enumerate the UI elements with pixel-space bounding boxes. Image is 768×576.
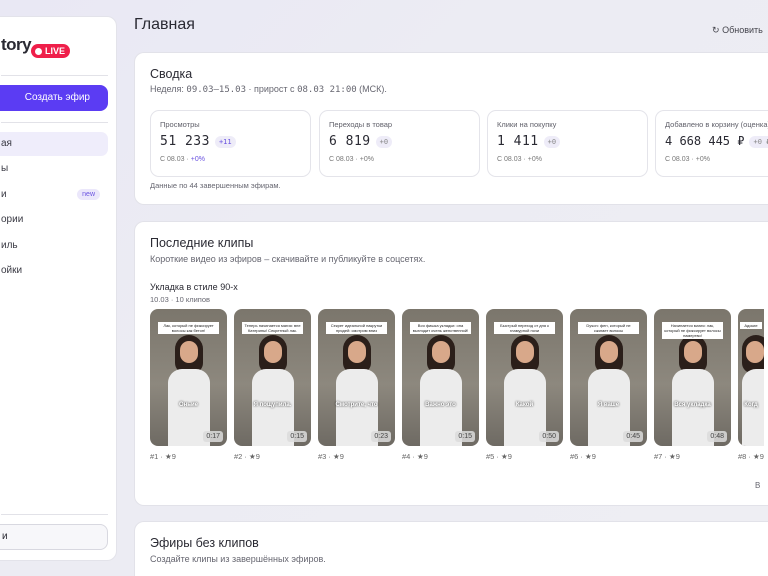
clip-label: #6 · ★9 bbox=[570, 452, 596, 461]
stat-value: 4 668 445 ₽+0 ₽ bbox=[665, 134, 768, 148]
stat-label: Добавлено в корзину (оценка) bbox=[665, 120, 768, 129]
stat-card: Добавлено в корзину (оценка) 4 668 445 ₽… bbox=[655, 110, 768, 177]
summary-footnote: Данные по 44 завершенным эфирам. bbox=[150, 181, 281, 190]
sidebar-bottom-button[interactable]: и bbox=[0, 524, 108, 550]
clip-label: #2 · ★9 bbox=[234, 452, 260, 461]
clip-caption: Вся фишка укладки: она выглядит очень же… bbox=[410, 322, 471, 334]
stat-value: 6 819 +0 bbox=[329, 134, 393, 149]
sidebar-item-new[interactable]: и new bbox=[0, 183, 108, 207]
clip-duration: 0:17 bbox=[203, 431, 223, 442]
clip-thumbnail[interactable]: Лак, который не фиксирует волосы как бет… bbox=[150, 309, 227, 446]
clip-label: #5 · ★9 bbox=[486, 452, 512, 461]
clip-subtitle: Оньие bbox=[178, 402, 198, 408]
stat-value: 1 411 +0 bbox=[497, 134, 561, 149]
clip-duration: 0:15 bbox=[287, 431, 307, 442]
clip-duration: 0:23 bbox=[371, 431, 391, 442]
stat-label: Клики на покупку bbox=[497, 120, 557, 129]
clip-group-title: Укладка в стиле 90-х bbox=[150, 282, 238, 292]
divider bbox=[1, 75, 108, 76]
clip-thumbnail[interactable]: Dyson: фен, который не сжигает волосы Я … bbox=[570, 309, 647, 446]
clips-card: Последние клипы Короткие видео из эфиров… bbox=[134, 221, 768, 506]
no-clips-title: Эфиры без клипов bbox=[150, 536, 259, 550]
refresh-button[interactable]: ↻ Обновить bbox=[712, 25, 763, 36]
clip-caption: Секрет идеальной накрутки прядей: смотри… bbox=[326, 322, 387, 334]
divider bbox=[1, 514, 108, 515]
sidebar-item-label: ории bbox=[1, 214, 24, 225]
stat-card: Переходы в товар 6 819 +0 С 08.03 · +0% bbox=[319, 110, 480, 177]
create-stream-button[interactable]: Создать эфир bbox=[0, 85, 108, 111]
stat-card: Клики на покупку 1 411 +0 С 08.03 · +0% bbox=[487, 110, 648, 177]
clip-label: #3 · ★9 bbox=[318, 452, 344, 461]
stat-label: Переходы в товар bbox=[329, 120, 393, 129]
stat-delta: +0 bbox=[375, 135, 393, 148]
clip-caption: Теперь начинается магия: вне Катерины! С… bbox=[242, 322, 303, 334]
page-title: Главная bbox=[134, 16, 195, 33]
clip-caption: Адские bbox=[740, 322, 762, 329]
stat-label: Просмотры bbox=[160, 120, 200, 129]
clip-caption: Лак, который не фиксирует волосы как бет… bbox=[158, 322, 219, 334]
divider bbox=[1, 122, 108, 123]
stat-since: С 08.03 · +0% bbox=[160, 156, 205, 163]
clip-thumbnail[interactable]: Быстрый переход от дня к гламурной ночи … bbox=[486, 309, 563, 446]
clip-thumbnail[interactable]: Начинается магия: лак, который не фиксир… bbox=[654, 309, 731, 446]
sidebar-item-categories[interactable]: ории bbox=[0, 208, 108, 232]
no-clips-subtitle: Создайте клипы из завершённых эфиров. bbox=[150, 554, 326, 564]
clip-label: #8 · ★9 bbox=[738, 452, 764, 461]
clip-duration: 0:45 bbox=[623, 431, 643, 442]
clip-duration: 0:15 bbox=[455, 431, 475, 442]
sidebar-item-label: иль bbox=[1, 240, 18, 251]
stat-delta: +0 bbox=[543, 135, 561, 148]
stat-since: С 08.03 · +0% bbox=[329, 156, 374, 163]
new-badge: new bbox=[77, 189, 100, 200]
stat-since: С 08.03 · +0% bbox=[665, 156, 710, 163]
stat-card: Просмотры 51 233 +11 С 08.03 · +0% bbox=[150, 110, 311, 177]
clip-subtitle: Я ваше bbox=[597, 402, 620, 408]
clip-subtitle: Важно это bbox=[425, 402, 456, 408]
stat-value: 51 233 +11 bbox=[160, 134, 236, 149]
clip-thumbnail[interactable]: Адские Когд bbox=[738, 309, 764, 446]
clip-thumbnail[interactable]: Секрет идеальной накрутки прядей: смотри… bbox=[318, 309, 395, 446]
clip-thumbnail[interactable]: Теперь начинается магия: вне Катерины! С… bbox=[234, 309, 311, 446]
clip-duration: 0:48 bbox=[707, 431, 727, 442]
clip-subtitle: Я пощупила. bbox=[253, 402, 292, 408]
show-more-link[interactable]: В bbox=[755, 481, 760, 490]
clip-thumbnail[interactable]: Вся фишка укладки: она выглядит очень же… bbox=[402, 309, 479, 446]
stat-delta: +11 bbox=[214, 135, 236, 148]
sidebar-item-streams[interactable]: ы bbox=[0, 157, 108, 181]
clip-label: #7 · ★9 bbox=[654, 452, 680, 461]
clips-subtitle: Короткие видео из эфиров – скачивайте и … bbox=[150, 254, 426, 264]
clip-label: #4 · ★9 bbox=[402, 452, 428, 461]
clip-subtitle: Смотрите, что bbox=[335, 402, 378, 408]
sidebar: tory LIVE Создать эфир ая ы и new ории ил… bbox=[0, 16, 117, 561]
clips-title: Последние клипы bbox=[150, 236, 254, 250]
refresh-icon: ↻ bbox=[712, 25, 720, 35]
logo: tory bbox=[1, 35, 32, 54]
stat-delta: +0 ₽ bbox=[749, 135, 768, 148]
clip-caption: Начинается магия: лак, который не фиксир… bbox=[662, 322, 723, 339]
clip-subtitle: Какой bbox=[515, 402, 534, 408]
refresh-label: Обновить bbox=[722, 25, 763, 35]
sidebar-item-home[interactable]: ая bbox=[0, 132, 108, 156]
sidebar-item-settings[interactable]: ойки bbox=[0, 259, 108, 283]
summary-title: Сводка bbox=[150, 67, 193, 81]
stat-since: С 08.03 · +0% bbox=[497, 156, 542, 163]
clip-subtitle: Когд bbox=[744, 402, 758, 408]
clip-label: #1 · ★9 bbox=[150, 452, 176, 461]
sidebar-item-label: и bbox=[1, 189, 7, 200]
summary-card: Сводка Неделя: 09.03–15.03 · прирост с 0… bbox=[134, 52, 768, 205]
clip-duration: 0:50 bbox=[539, 431, 559, 442]
sidebar-item-profile[interactable]: иль bbox=[0, 234, 108, 258]
no-clips-card: Эфиры без клипов Создайте клипы из завер… bbox=[134, 521, 768, 576]
clip-subtitle: Вся укладка bbox=[674, 402, 711, 408]
clip-group-meta: 10.03 · 10 клипов bbox=[150, 295, 211, 304]
summary-period: Неделя: 09.03–15.03 · прирост с 08.03 21… bbox=[150, 84, 387, 95]
clip-caption: Dyson: фен, который не сжигает волосы bbox=[578, 322, 639, 334]
sidebar-item-label: ойки bbox=[1, 265, 23, 276]
sidebar-item-label: ы bbox=[1, 163, 9, 174]
live-badge: LIVE bbox=[31, 44, 71, 58]
sidebar-item-label: ая bbox=[1, 138, 12, 149]
clip-caption: Быстрый переход от дня к гламурной ночи bbox=[494, 322, 555, 334]
button-label: и bbox=[2, 531, 8, 542]
